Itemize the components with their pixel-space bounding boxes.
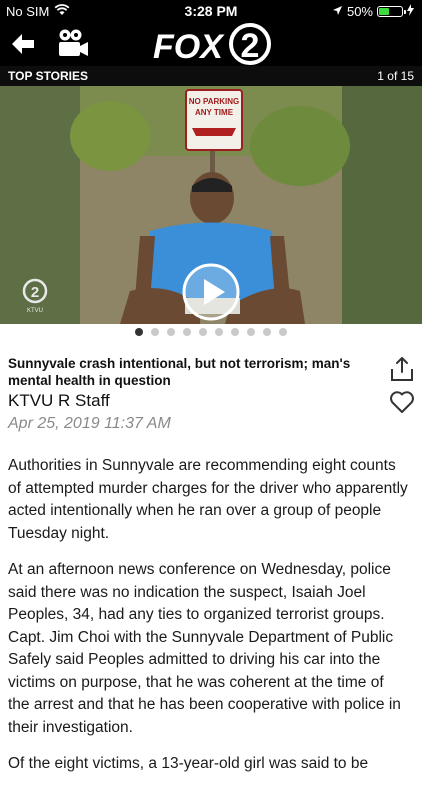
video-camera-icon xyxy=(59,29,88,56)
article-paragraph: Authorities in Sunnyvale are recommendin… xyxy=(8,457,408,542)
carousel-dot[interactable] xyxy=(215,328,223,336)
story-counter: 1 of 15 xyxy=(377,69,414,83)
location-arrow-icon xyxy=(332,4,343,19)
carousel-dot[interactable] xyxy=(231,328,239,336)
video-button[interactable] xyxy=(56,28,90,60)
battery-icon xyxy=(377,6,406,17)
article-paragraph: Of the eight victims, a 13-year-old girl… xyxy=(8,755,369,772)
favorite-button[interactable] xyxy=(389,390,415,414)
article-body: Authorities in Sunnyvale are recommendin… xyxy=(8,455,408,790)
sign-line2: ANY TIME xyxy=(195,108,234,117)
section-title: TOP STORIES xyxy=(8,69,89,83)
watermark-sub: KTVU xyxy=(27,308,43,314)
article-date: Apr 25, 2019 11:37 AM xyxy=(8,415,171,432)
hero-video-thumbnail[interactable]: NO PARKING ANY TIME 2 KTVU xyxy=(0,86,422,324)
charging-bolt-icon xyxy=(407,4,414,19)
play-button[interactable] xyxy=(181,262,241,322)
carousel-dot[interactable] xyxy=(151,328,159,336)
carousel-dot[interactable] xyxy=(279,328,287,336)
app-header: FOX 2 xyxy=(0,22,422,66)
carousel-dot[interactable] xyxy=(263,328,271,336)
sign-line1: NO PARKING xyxy=(189,97,240,106)
carousel-dot[interactable] xyxy=(167,328,175,336)
status-bar: No SIM 3:28 PM 50% xyxy=(0,0,422,22)
heart-icon xyxy=(390,391,414,413)
share-icon xyxy=(391,357,413,381)
carousel-dot[interactable] xyxy=(135,328,143,336)
carousel-dot[interactable] xyxy=(247,328,255,336)
watermark-logo: 2 xyxy=(31,284,39,301)
fox2-logo: FOX 2 xyxy=(152,23,274,66)
carousel-dot[interactable] xyxy=(199,328,207,336)
article-author: KTVU R Staff xyxy=(8,391,110,410)
battery-percent: 50% xyxy=(346,4,373,19)
back-button[interactable] xyxy=(10,31,36,57)
article-headline: Sunnyvale crash intentional, but not ter… xyxy=(8,356,351,388)
article-paragraph: At an afternoon news conference on Wedne… xyxy=(8,561,401,736)
share-button[interactable] xyxy=(389,356,415,382)
svg-text:2: 2 xyxy=(241,27,260,65)
play-icon xyxy=(182,263,240,321)
back-arrow-icon xyxy=(12,34,34,54)
section-bar: TOP STORIES 1 of 15 xyxy=(0,66,422,86)
carousel-dot[interactable] xyxy=(183,328,191,336)
svg-text:FOX: FOX xyxy=(153,28,225,65)
carousel-dots xyxy=(0,328,422,342)
